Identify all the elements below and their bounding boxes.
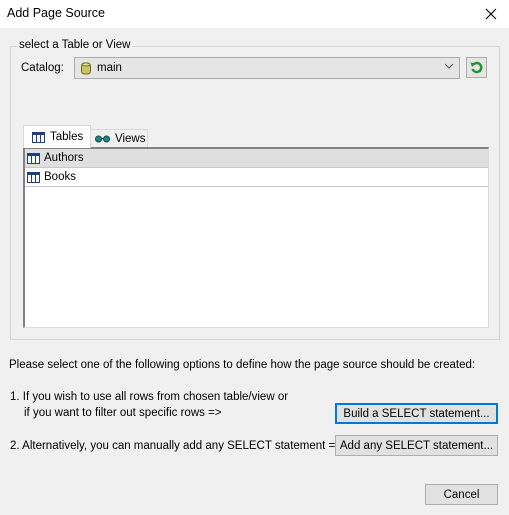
list-item-label: Authors — [44, 152, 84, 164]
build-select-button[interactable]: Build a SELECT statement... — [335, 403, 498, 424]
list-item-label: Books — [44, 171, 76, 183]
glasses-icon — [95, 135, 110, 143]
list-item[interactable]: Authors — [25, 149, 488, 168]
tab-views[interactable]: Views — [90, 129, 148, 148]
catalog-label: Catalog: — [21, 62, 64, 74]
close-button[interactable] — [479, 2, 503, 26]
add-select-button[interactable]: Add any SELECT statement... — [335, 435, 498, 456]
cancel-button[interactable]: Cancel — [425, 484, 498, 505]
tables-list[interactable]: Authors Books — [23, 147, 489, 328]
refresh-icon — [470, 61, 483, 74]
table-icon — [32, 131, 45, 143]
close-icon — [485, 8, 497, 20]
catalog-select[interactable]: main — [74, 57, 460, 79]
list-item[interactable]: Books — [25, 168, 488, 187]
database-icon — [81, 62, 91, 74]
option2-text: 2. Alternatively, you can manually add a… — [10, 440, 342, 452]
table-icon — [27, 152, 40, 164]
tab-views-label: Views — [115, 133, 146, 145]
refresh-button[interactable] — [466, 57, 487, 78]
tab-tables-label: Tables — [50, 131, 84, 143]
option1-text-line2: if you want to filter out specific rows … — [24, 407, 222, 419]
window-title: Add Page Source — [7, 6, 105, 20]
instructions-text: Please select one of the following optio… — [9, 359, 476, 371]
option1-text-line1: 1. If you wish to use all rows from chos… — [10, 391, 289, 403]
table-icon — [27, 171, 40, 183]
catalog-value: main — [97, 62, 122, 74]
tab-tables[interactable]: Tables — [23, 125, 91, 148]
title-bar: Add Page Source — [0, 0, 509, 28]
group-legend: select a Table or View — [17, 39, 133, 51]
chevron-down-icon — [444, 63, 454, 69]
